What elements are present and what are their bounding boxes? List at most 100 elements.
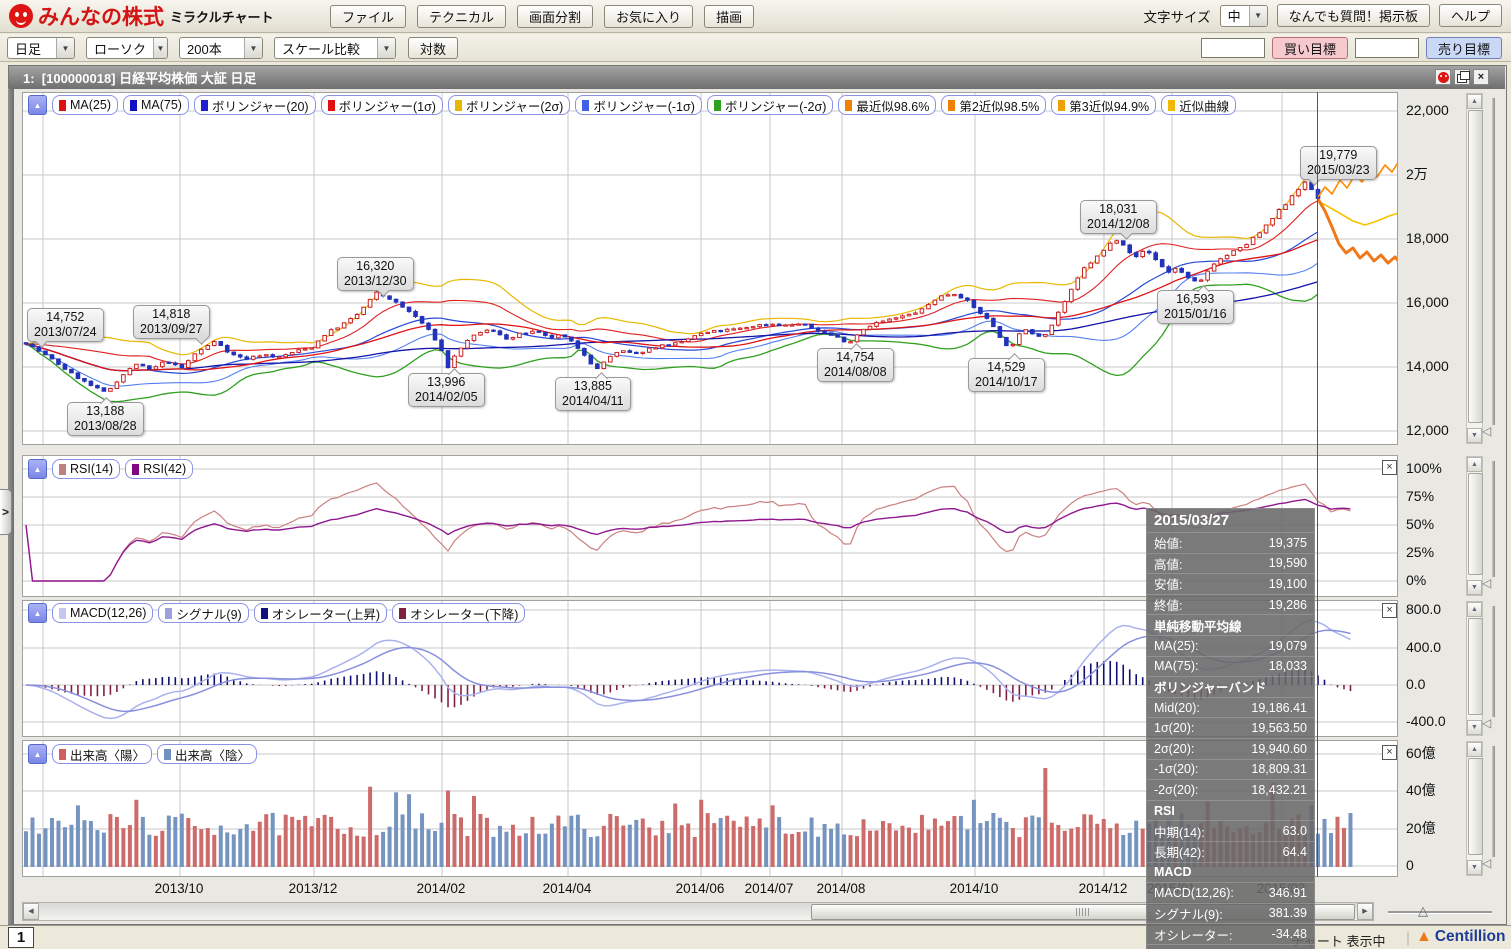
price-indicator-button[interactable]: ボリンジャー(20) xyxy=(194,95,316,115)
scroll-up-arrow-icon[interactable]: ▲ xyxy=(1467,94,1482,109)
price-indicator-button[interactable]: 第2近似98.5% xyxy=(941,95,1046,115)
volume-indicator-button[interactable]: 出来高〈陰〉 xyxy=(157,744,257,764)
color-swatch-icon xyxy=(201,100,208,111)
window-close-button[interactable]: × xyxy=(1473,69,1489,85)
chevron-down-icon[interactable]: ▼ xyxy=(244,38,262,58)
sell-target-button[interactable]: 売り目標 xyxy=(1426,37,1502,59)
x-axis-tick-label: 2014/04 xyxy=(543,881,592,896)
volume-indicator-button[interactable]: 出来高〈陽〉 xyxy=(52,744,152,764)
price-chart-panel[interactable] xyxy=(22,92,1398,445)
sell-target-input[interactable] xyxy=(1355,38,1419,58)
vertical-scroll-thumb[interactable] xyxy=(1468,618,1483,715)
zoom-slider-thumb-icon[interactable]: △ xyxy=(1418,903,1428,919)
panel-scale-slider-thumb-icon[interactable]: ◁ xyxy=(1482,717,1491,729)
price-indicator-button[interactable]: ボリンジャー(-2σ) xyxy=(707,95,834,115)
rsi-legend: ▲RSI(14)RSI(42) xyxy=(28,459,193,479)
price-indicator-button[interactable]: ボリンジャー(1σ) xyxy=(321,95,443,115)
panel-scale-slider-track[interactable] xyxy=(1492,606,1495,717)
vertical-scroll-thumb[interactable] xyxy=(1468,110,1483,423)
price-indicator-button[interactable]: 最近似98.6% xyxy=(838,95,936,115)
menu-button-5[interactable]: 描画 xyxy=(704,5,754,28)
timeframe-select[interactable]: 日足▼ xyxy=(7,37,75,59)
rsi-collapse-button[interactable]: ▲ xyxy=(28,459,47,479)
color-swatch-icon xyxy=(130,100,137,111)
window-mascot-button[interactable] xyxy=(1435,69,1451,85)
rsi-indicator-button[interactable]: RSI(42) xyxy=(125,459,193,479)
scroll-up-arrow-icon[interactable]: ▲ xyxy=(1467,742,1482,757)
price-indicator-button[interactable]: 第3近似94.9% xyxy=(1051,95,1156,115)
menu-button-3[interactable]: 画面分割 xyxy=(517,5,593,28)
macd-panel-close-button[interactable]: × xyxy=(1382,603,1397,618)
menu-button-2[interactable]: テクニカル xyxy=(417,5,506,28)
indicator-label: 第3近似94.9% xyxy=(1069,96,1149,115)
price-legend: ▲MA(25)MA(75)ボリンジャー(20)ボリンジャー(1σ)ボリンジャー(… xyxy=(28,95,1236,115)
macd-collapse-button[interactable]: ▲ xyxy=(28,603,47,623)
menu-button-4[interactable]: お気に入り xyxy=(604,5,693,28)
side-panel-expand-handle[interactable]: > xyxy=(0,489,12,535)
rsi-panel-close-button[interactable]: × xyxy=(1382,460,1397,475)
vertical-scrollbar[interactable]: ▲▼ xyxy=(1466,741,1483,876)
panel-scale-slider-track[interactable] xyxy=(1492,461,1495,577)
chevron-down-icon[interactable]: ▼ xyxy=(377,38,395,58)
panel-scale-slider-track[interactable] xyxy=(1492,98,1495,425)
scroll-right-arrow-icon[interactable]: ▶ xyxy=(1357,903,1373,920)
panel-scale-slider-thumb-icon[interactable]: ◁ xyxy=(1482,857,1491,869)
window-restore-button[interactable] xyxy=(1454,69,1470,85)
vertical-scrollbar[interactable]: ▲▼ xyxy=(1466,93,1483,444)
macd-indicator-button[interactable]: シグナル(9) xyxy=(158,603,248,623)
rsi-indicator-button[interactable]: RSI(14) xyxy=(52,459,120,479)
indicator-label: オシレーター(上昇) xyxy=(272,604,380,623)
price-indicator-button[interactable]: ボリンジャー(-1σ) xyxy=(575,95,702,115)
chevron-down-icon[interactable]: ▼ xyxy=(1249,6,1267,26)
font-size-select[interactable]: 中 ▼ xyxy=(1220,5,1268,27)
panel-scale-slider-thumb-icon[interactable]: ◁ xyxy=(1482,577,1491,589)
tooltip-label: 出来高: xyxy=(1154,945,1195,949)
scroll-down-arrow-icon[interactable]: ▼ xyxy=(1467,720,1482,735)
chart-type-select[interactable]: ローソク▼ xyxy=(86,37,168,59)
vertical-scroll-thumb[interactable] xyxy=(1468,758,1483,855)
scroll-left-arrow-icon[interactable]: ◀ xyxy=(23,903,39,920)
buy-target-button[interactable]: 買い目標 xyxy=(1272,37,1348,59)
menu-button-1[interactable]: ファイル xyxy=(330,5,406,28)
x-axis-tick-label: 2013/12 xyxy=(289,881,338,896)
panel-scale-slider-track[interactable] xyxy=(1492,746,1495,857)
price-indicator-button[interactable]: MA(25) xyxy=(52,95,118,115)
annotation-date: 2014/04/11 xyxy=(562,394,624,409)
buy-target-input[interactable] xyxy=(1201,38,1265,58)
scroll-down-arrow-icon[interactable]: ▼ xyxy=(1467,428,1482,443)
bar-count-select[interactable]: 200本▼ xyxy=(179,37,263,59)
macd-indicator-button[interactable]: オシレーター(上昇) xyxy=(254,603,387,623)
vertical-scrollbar[interactable]: ▲▼ xyxy=(1466,456,1483,596)
price-indicator-button[interactable]: MA(75) xyxy=(123,95,189,115)
scroll-down-arrow-icon[interactable]: ▼ xyxy=(1467,580,1482,595)
scroll-down-arrow-icon[interactable]: ▼ xyxy=(1467,860,1482,875)
tooltip-row: MA(75):18,033 xyxy=(1147,656,1314,677)
scale-compare-value: スケール比較 xyxy=(275,39,377,58)
price-collapse-button[interactable]: ▲ xyxy=(28,95,47,115)
help-button[interactable]: ヘルプ xyxy=(1439,4,1502,27)
annotation-date: 2014/02/05 xyxy=(415,390,478,405)
price-annotation: 16,3202013/12/30 xyxy=(337,257,414,291)
scale-compare-select[interactable]: スケール比較▼ xyxy=(274,37,396,59)
volume-collapse-button[interactable]: ▲ xyxy=(28,744,47,764)
vertical-scroll-thumb[interactable] xyxy=(1468,473,1483,575)
vol-panel-close-button[interactable]: × xyxy=(1382,745,1397,760)
macd-indicator-button[interactable]: オシレーター(下降) xyxy=(392,603,525,623)
y-axis-tick-label: 50% xyxy=(1406,516,1434,532)
price-indicator-button[interactable]: ボリンジャー(2σ) xyxy=(448,95,570,115)
panel-scale-slider-thumb-icon[interactable]: ◁ xyxy=(1482,425,1491,437)
chart-tab-1[interactable]: 1 xyxy=(8,927,34,948)
tooltip-value: 19,590 xyxy=(1269,556,1307,570)
price-annotation: 14,8182013/09/27 xyxy=(133,305,210,339)
vertical-scrollbar[interactable]: ▲▼ xyxy=(1466,601,1483,736)
chevron-down-icon[interactable]: ▼ xyxy=(153,38,167,58)
tooltip-row: -1σ(20):18,809.31 xyxy=(1147,759,1314,780)
scroll-up-arrow-icon[interactable]: ▲ xyxy=(1467,457,1482,472)
log-scale-button[interactable]: 対数 xyxy=(408,37,458,59)
macd-indicator-button[interactable]: MACD(12,26) xyxy=(52,603,153,623)
scroll-up-arrow-icon[interactable]: ▲ xyxy=(1467,602,1482,617)
zoom-slider-track[interactable] xyxy=(1388,911,1492,913)
qa-board-button[interactable]: なんでも質問！掲示板 xyxy=(1277,4,1430,27)
chevron-down-icon[interactable]: ▼ xyxy=(56,38,74,58)
price-indicator-button[interactable]: 近似曲線 xyxy=(1161,95,1236,115)
